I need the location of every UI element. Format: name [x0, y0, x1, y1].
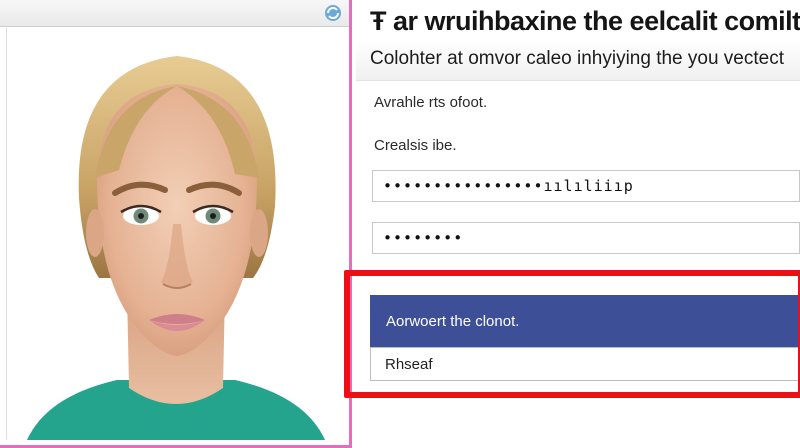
username-field[interactable]: ••••••••••••••••ıılıliiıp	[372, 170, 800, 202]
page-subtitle: Colohter at omvor caleo inhyiying the yo…	[370, 48, 784, 69]
subtitle-bar: Colohter at omvor caleo inhyiying the yo…	[356, 40, 800, 81]
page-title: Ŧ ar wruihbaxine the eelcalit comilte:yo…	[370, 6, 800, 36]
photo-panel	[0, 0, 352, 448]
password-label: Crealsis ibe.	[374, 137, 457, 154]
refresh-icon[interactable]	[323, 3, 343, 23]
login-form-panel: Ŧ ar wruihbaxine the eelcalit comilte:yo…	[344, 0, 800, 448]
photo-toolbar	[0, 0, 349, 27]
username-label: Avrahle rts ofoot.	[374, 94, 488, 111]
highlight-annotation	[344, 270, 800, 398]
portrait-image	[6, 28, 345, 440]
password-field[interactable]: ••••••••	[372, 222, 800, 254]
